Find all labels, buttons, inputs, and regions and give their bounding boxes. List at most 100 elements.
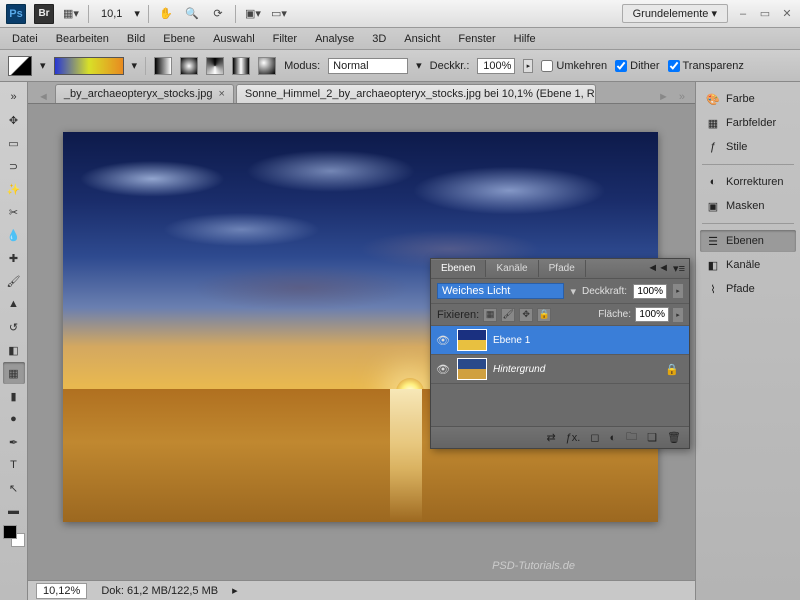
opacity-flyout[interactable]: ▸: [523, 59, 533, 73]
gradient-reflected-icon[interactable]: [232, 57, 250, 75]
lock-all-icon[interactable]: 🔒: [537, 308, 551, 322]
panel-ebenen[interactable]: ☰Ebenen: [700, 230, 796, 252]
blur-tool-icon[interactable]: ▮: [3, 385, 25, 407]
fill-slider-icon[interactable]: ▸: [673, 308, 683, 322]
document-tab-active[interactable]: Sonne_Himmel_2_by_archaeopteryx_stocks.j…: [236, 84, 596, 103]
adjustment-layer-icon[interactable]: ◐: [610, 432, 617, 444]
panel-farbfelder[interactable]: ▦Farbfelder: [700, 112, 796, 134]
document-tab[interactable]: _by_archaeopteryx_stocks.jpg×: [55, 84, 234, 103]
layer-name[interactable]: Hintergrund: [493, 364, 545, 375]
layer-mask-icon[interactable]: ◻: [590, 431, 599, 444]
menu-ebene[interactable]: Ebene: [155, 30, 203, 48]
history-brush-icon[interactable]: ↺: [3, 316, 25, 338]
brush-tool-icon[interactable]: 🖌: [3, 270, 25, 292]
shape-tool-icon[interactable]: ▬: [3, 500, 25, 522]
menu-bild[interactable]: Bild: [119, 30, 153, 48]
eraser-tool-icon[interactable]: ◧: [3, 339, 25, 361]
visibility-icon[interactable]: 👁: [435, 361, 451, 377]
tab-scroll-right-icon[interactable]: ►: [654, 91, 673, 103]
crop-tool-icon[interactable]: ✂: [3, 201, 25, 223]
move-tool-icon[interactable]: ✥: [3, 109, 25, 131]
opacity-slider-icon[interactable]: ▸: [673, 284, 683, 298]
layer-name[interactable]: Ebene 1: [493, 335, 530, 346]
tab-overflow-icon[interactable]: »: [675, 91, 689, 103]
expand-icon[interactable]: »: [3, 86, 25, 108]
menu-hilfe[interactable]: Hilfe: [506, 30, 544, 48]
layout-icon[interactable]: ▦▾: [62, 5, 80, 23]
gradient-angle-icon[interactable]: [206, 57, 224, 75]
lock-transparency-icon[interactable]: ▦: [483, 308, 497, 322]
healing-tool-icon[interactable]: ✚: [3, 247, 25, 269]
new-layer-icon[interactable]: ❏: [647, 431, 657, 444]
layer-style-icon[interactable]: ƒx.: [566, 432, 581, 444]
panel-collapse-icon[interactable]: ◄◄: [647, 262, 669, 275]
fill-input[interactable]: 100%: [635, 307, 669, 322]
link-layers-icon[interactable]: ⇄: [546, 431, 555, 444]
type-tool-icon[interactable]: T: [3, 454, 25, 476]
wand-tool-icon[interactable]: ✨: [3, 178, 25, 200]
status-zoom[interactable]: 10,12%: [36, 583, 87, 599]
menu-datei[interactable]: Datei: [4, 30, 46, 48]
menu-auswahl[interactable]: Auswahl: [205, 30, 263, 48]
blend-mode-select[interactable]: Normal: [328, 58, 408, 74]
panel-menu-icon[interactable]: ▾≡: [673, 262, 685, 275]
screen-mode-icon[interactable]: ▭▾: [270, 5, 288, 23]
menu-fenster[interactable]: Fenster: [450, 30, 503, 48]
menu-filter[interactable]: Filter: [265, 30, 305, 48]
lock-position-icon[interactable]: ✥: [519, 308, 533, 322]
layer-thumbnail[interactable]: [457, 329, 487, 351]
zoom-value[interactable]: 10,1: [97, 8, 126, 20]
minimize-icon[interactable]: –: [736, 7, 750, 21]
menu-3d[interactable]: 3D: [364, 30, 394, 48]
dodge-tool-icon[interactable]: ●: [3, 408, 25, 430]
panel-masken[interactable]: ▣Masken: [700, 195, 796, 217]
transparency-checkbox[interactable]: Transparenz: [668, 60, 744, 72]
layer-row[interactable]: 👁 Ebene 1: [431, 326, 689, 355]
bridge-logo-icon[interactable]: Br: [34, 4, 54, 24]
menu-bearbeiten[interactable]: Bearbeiten: [48, 30, 117, 48]
menu-ansicht[interactable]: Ansicht: [396, 30, 448, 48]
tool-preset-icon[interactable]: [8, 56, 32, 76]
layer-opacity-input[interactable]: 100%: [633, 284, 667, 299]
visibility-icon[interactable]: 👁: [435, 332, 451, 348]
marquee-tool-icon[interactable]: ▭: [3, 132, 25, 154]
panel-farbe[interactable]: 🎨Farbe: [700, 88, 796, 110]
delete-layer-icon[interactable]: 🗑: [667, 431, 681, 444]
opacity-input[interactable]: 100%: [477, 58, 515, 74]
panel-pfade[interactable]: ⌇Pfade: [700, 278, 796, 300]
close-icon[interactable]: ✕: [780, 7, 794, 21]
status-flyout-icon[interactable]: ▸: [232, 584, 238, 597]
menu-analyse[interactable]: Analyse: [307, 30, 362, 48]
panel-stile[interactable]: ƒStile: [700, 136, 796, 158]
tab-kanaele[interactable]: Kanäle: [486, 260, 538, 277]
gradient-linear-icon[interactable]: [154, 57, 172, 75]
color-swatches[interactable]: [3, 525, 25, 547]
tab-close-icon[interactable]: ×: [218, 88, 224, 100]
eyedropper-tool-icon[interactable]: 💧: [3, 224, 25, 246]
restore-icon[interactable]: ▭: [758, 7, 772, 21]
arrange-docs-icon[interactable]: ▣▾: [244, 5, 262, 23]
layers-panel[interactable]: Ebenen Kanäle Pfade ◄◄▾≡ Weiches Licht▾ …: [430, 258, 690, 449]
gradient-tool-icon[interactable]: ▦: [3, 362, 25, 384]
layer-row[interactable]: 👁 Hintergrund 🔒: [431, 355, 689, 384]
path-select-icon[interactable]: ↖: [3, 477, 25, 499]
zoom-tool-icon[interactable]: 🔍: [183, 5, 201, 23]
panel-korrekturen[interactable]: ◐Korrekturen: [700, 171, 796, 193]
dither-checkbox[interactable]: Dither: [615, 60, 659, 72]
tab-scroll-left-icon[interactable]: ◄: [34, 91, 53, 103]
layer-group-icon[interactable]: 🗀: [626, 428, 637, 447]
reverse-checkbox[interactable]: Umkehren: [541, 60, 607, 72]
gradient-editor[interactable]: [54, 57, 124, 75]
stamp-tool-icon[interactable]: ▲: [3, 293, 25, 315]
lasso-tool-icon[interactable]: ⊃: [3, 155, 25, 177]
gradient-radial-icon[interactable]: [180, 57, 198, 75]
tab-ebenen[interactable]: Ebenen: [431, 260, 486, 277]
lock-pixels-icon[interactable]: 🖌: [501, 308, 515, 322]
layer-thumbnail[interactable]: [457, 358, 487, 380]
pen-tool-icon[interactable]: ✒: [3, 431, 25, 453]
photoshop-logo-icon[interactable]: Ps: [6, 4, 26, 24]
workspace-switcher[interactable]: Grundelemente ▾: [622, 4, 728, 23]
tab-pfade[interactable]: Pfade: [539, 260, 586, 277]
rotate-view-icon[interactable]: ⟳: [209, 5, 227, 23]
gradient-diamond-icon[interactable]: [258, 57, 276, 75]
